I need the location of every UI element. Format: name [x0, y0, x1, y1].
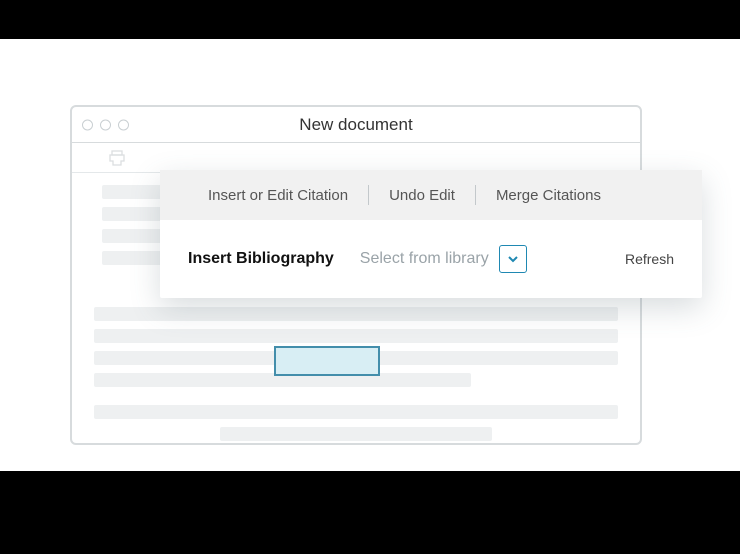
citation-toolbar: Insert or Edit Citation Undo Edit Merge … [160, 170, 702, 298]
citation-tabs: Insert or Edit Citation Undo Edit Merge … [160, 170, 702, 220]
library-select-placeholder: Select from library [360, 250, 489, 268]
refresh-button[interactable]: Refresh [625, 251, 674, 267]
text-placeholder [94, 405, 618, 419]
tab-insert-edit-citation[interactable]: Insert or Edit Citation [188, 187, 368, 204]
library-select[interactable]: Select from library [360, 245, 527, 273]
print-icon[interactable] [108, 150, 126, 166]
toolbar-secondary [72, 143, 640, 173]
text-placeholder [94, 329, 618, 343]
citation-action-row: Insert Bibliography Select from library … [160, 220, 702, 298]
window-title: New document [299, 115, 412, 135]
titlebar: New document [72, 107, 640, 143]
minimize-icon[interactable] [100, 119, 111, 130]
insert-bibliography-button[interactable]: Insert Bibliography [188, 250, 334, 268]
text-placeholder [94, 307, 618, 321]
library-select-toggle[interactable] [499, 245, 527, 273]
text-cursor-selection[interactable] [274, 346, 380, 376]
tab-merge-citations[interactable]: Merge Citations [476, 187, 621, 204]
chevron-down-icon [507, 253, 519, 265]
tab-undo-edit[interactable]: Undo Edit [369, 187, 475, 204]
zoom-icon[interactable] [118, 119, 129, 130]
text-placeholder [220, 427, 492, 441]
traffic-lights[interactable] [82, 119, 129, 130]
close-icon[interactable] [82, 119, 93, 130]
